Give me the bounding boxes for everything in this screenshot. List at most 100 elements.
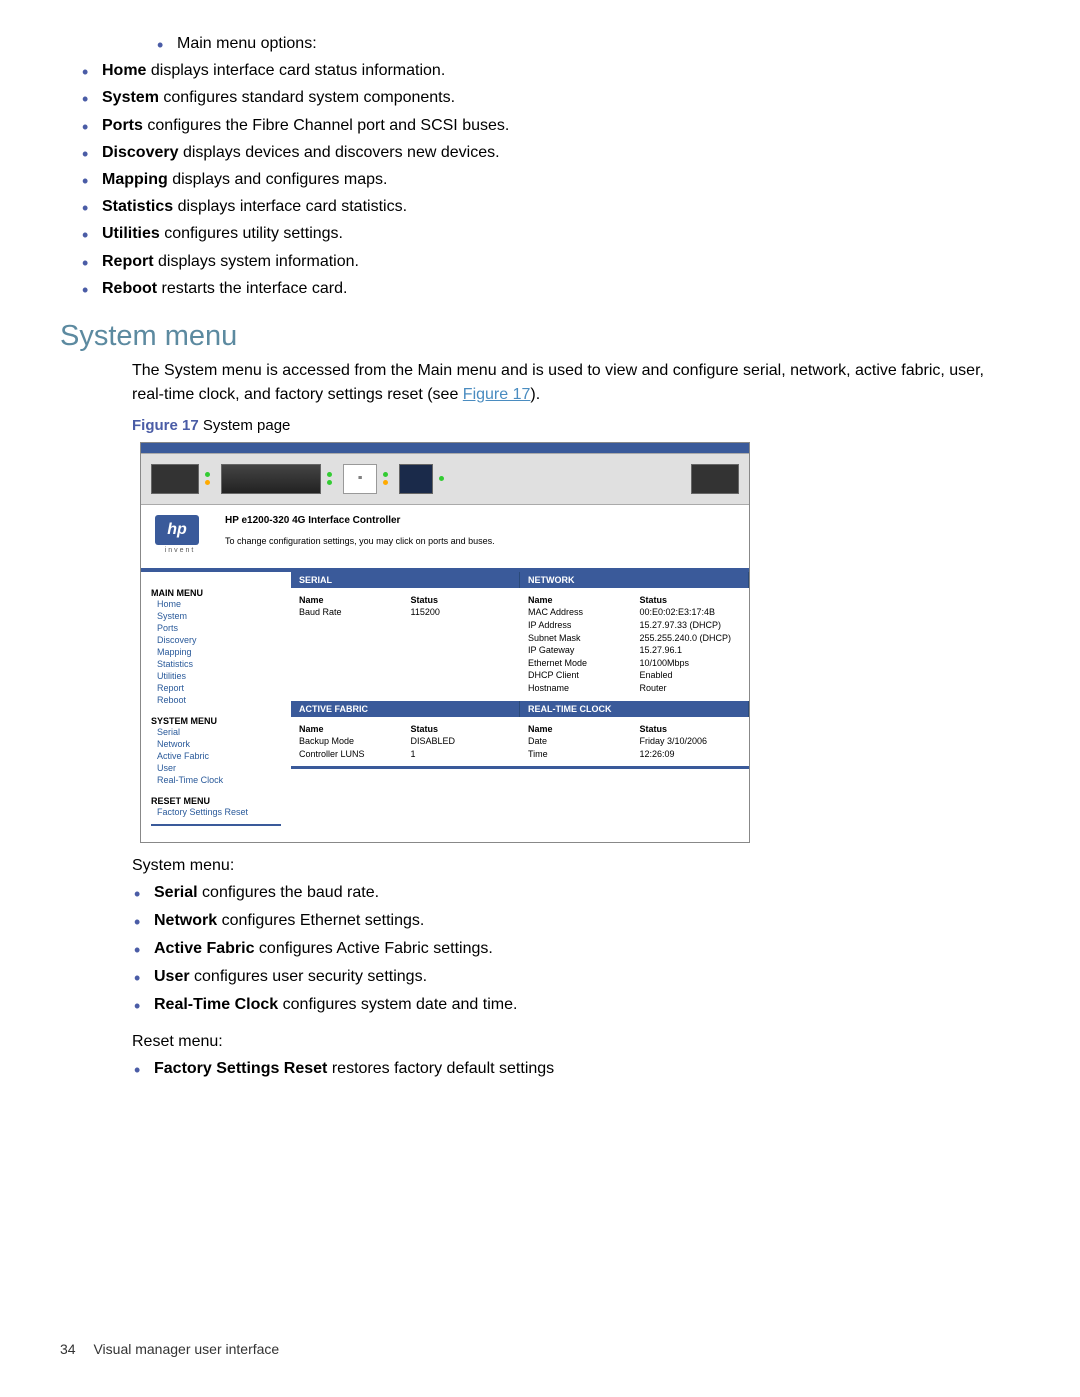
desc: configures the baud rate. bbox=[198, 884, 379, 901]
row-label: Baud Rate bbox=[299, 606, 401, 619]
row-value: 00:E0:02:E3:17:4B bbox=[640, 606, 742, 619]
main-menu-item: Ports configures the Fibre Channel port … bbox=[80, 112, 1020, 139]
sidebar-item-mapping[interactable]: Mapping bbox=[151, 646, 281, 658]
sidebar-item-ports[interactable]: Ports bbox=[151, 622, 281, 634]
row-value: Router bbox=[640, 682, 742, 695]
term-network: Network bbox=[154, 912, 217, 929]
row-value: Enabled bbox=[640, 669, 742, 682]
panel-header-network: NETWORK bbox=[520, 572, 749, 588]
fig-label: Figure 17 bbox=[132, 417, 199, 434]
row-value: DISABLED bbox=[411, 735, 513, 748]
row-label: Controller LUNS bbox=[299, 748, 401, 761]
desc: configures the Fibre Channel port and SC… bbox=[143, 117, 509, 134]
row-label: Ethernet Mode bbox=[528, 657, 630, 670]
list-item: User configures user security settings. bbox=[132, 963, 1020, 991]
row-value: 15.27.97.33 (DHCP) bbox=[640, 619, 742, 632]
device-module bbox=[691, 464, 739, 494]
device-port-group[interactable] bbox=[221, 464, 321, 494]
term-reboot: Reboot bbox=[102, 280, 157, 297]
col-header-status: Status bbox=[411, 594, 513, 607]
fig-caption-text: System page bbox=[199, 417, 291, 434]
term-ports: Ports bbox=[102, 117, 143, 134]
hp-logo-icon: hp bbox=[155, 515, 199, 545]
sidebar-item-report[interactable]: Report bbox=[151, 682, 281, 694]
sidebar-item-home[interactable]: Home bbox=[151, 598, 281, 610]
row-value: Friday 3/10/2006 bbox=[640, 735, 742, 748]
term-home: Home bbox=[102, 62, 146, 79]
main-menu-item: System configures standard system compon… bbox=[80, 84, 1020, 111]
main-menu-item: Discovery displays devices and discovers… bbox=[80, 139, 1020, 166]
list-item: Factory Settings Reset restores factory … bbox=[132, 1055, 1020, 1083]
device-display bbox=[399, 464, 433, 494]
row-label: Date bbox=[528, 735, 630, 748]
figure-caption: Figure 17 System page bbox=[132, 417, 1020, 434]
row-label: MAC Address bbox=[528, 606, 630, 619]
desc: configures standard system components. bbox=[159, 89, 455, 106]
hp-logo-sub: invent bbox=[155, 547, 205, 554]
col-header-name: Name bbox=[299, 723, 401, 736]
main-menu-item: Report displays system information. bbox=[80, 248, 1020, 275]
col-header-status: Status bbox=[640, 594, 742, 607]
term-rtc: Real-Time Clock bbox=[154, 996, 278, 1013]
list-item: Active Fabric configures Active Fabric s… bbox=[132, 935, 1020, 963]
section-intro: The System menu is accessed from the Mai… bbox=[132, 359, 1020, 407]
system-menu-title: SYSTEM MENU bbox=[151, 716, 281, 726]
desc: configures user security settings. bbox=[190, 968, 427, 985]
desc: displays and configures maps. bbox=[168, 171, 388, 188]
sidebar-item-utilities[interactable]: Utilities bbox=[151, 670, 281, 682]
main-menu-item: Reboot restarts the interface card. bbox=[80, 275, 1020, 302]
sidebar-item-rtc[interactable]: Real-Time Clock bbox=[151, 774, 281, 786]
col-header-name: Name bbox=[299, 594, 401, 607]
row-label: DHCP Client bbox=[528, 669, 630, 682]
device-image: ≡ bbox=[141, 453, 749, 505]
desc: displays interface card status informati… bbox=[146, 62, 445, 79]
figure-sidebar: MAIN MENU Home System Ports Discovery Ma… bbox=[141, 572, 291, 842]
sidebar-item-statistics[interactable]: Statistics bbox=[151, 658, 281, 670]
row-label: IP Address bbox=[528, 619, 630, 632]
row-label: Time bbox=[528, 748, 630, 761]
desc: configures Ethernet settings. bbox=[217, 912, 424, 929]
device-leds bbox=[439, 476, 449, 481]
main-menu-item: Utilities configures utility settings. bbox=[80, 220, 1020, 247]
device-leds bbox=[383, 472, 393, 485]
product-title: HP e1200-320 4G Interface Controller bbox=[225, 515, 495, 526]
col-header-status: Status bbox=[411, 723, 513, 736]
term-discovery: Discovery bbox=[102, 144, 179, 161]
row-label: Backup Mode bbox=[299, 735, 401, 748]
list-item: Real-Time Clock configures system date a… bbox=[132, 991, 1020, 1019]
row-label: Subnet Mask bbox=[528, 632, 630, 645]
row-value: 10/100Mbps bbox=[640, 657, 742, 670]
main-menu-title: MAIN MENU bbox=[151, 588, 281, 598]
list-item: Network configures Ethernet settings. bbox=[132, 907, 1020, 935]
sidebar-item-active-fabric[interactable]: Active Fabric bbox=[151, 750, 281, 762]
sidebar-item-serial[interactable]: Serial bbox=[151, 726, 281, 738]
term-mapping: Mapping bbox=[102, 171, 168, 188]
term-statistics: Statistics bbox=[102, 198, 173, 215]
sidebar-item-user[interactable]: User bbox=[151, 762, 281, 774]
term-system: System bbox=[102, 89, 159, 106]
desc: restores factory default settings bbox=[327, 1060, 554, 1077]
panel-header-serial: SERIAL bbox=[291, 572, 520, 588]
product-subtitle: To change configuration settings, you ma… bbox=[225, 536, 495, 546]
intro-text-2: ). bbox=[530, 386, 540, 403]
sidebar-item-reboot[interactable]: Reboot bbox=[151, 694, 281, 706]
sidebar-item-factory-reset[interactable]: Factory Settings Reset bbox=[151, 806, 281, 818]
list-item: Serial configures the baud rate. bbox=[132, 879, 1020, 907]
reset-menu-title: RESET MENU bbox=[151, 796, 281, 806]
sidebar-item-discovery[interactable]: Discovery bbox=[151, 634, 281, 646]
term-report: Report bbox=[102, 253, 154, 270]
device-leds bbox=[327, 472, 337, 485]
row-value: 1 bbox=[411, 748, 513, 761]
sidebar-item-system[interactable]: System bbox=[151, 610, 281, 622]
figure-system-page: ≡ hp invent HP e1200-320 4G Interface Co… bbox=[140, 442, 750, 843]
term-active-fabric: Active Fabric bbox=[154, 940, 254, 957]
device-fc-port[interactable]: ≡ bbox=[343, 464, 377, 494]
figure-link[interactable]: Figure 17 bbox=[463, 386, 531, 403]
term-utilities: Utilities bbox=[102, 225, 160, 242]
row-value: 255.255.240.0 (DHCP) bbox=[640, 632, 742, 645]
panel-header-rtc: REAL-TIME CLOCK bbox=[520, 701, 749, 717]
row-label: IP Gateway bbox=[528, 644, 630, 657]
col-header-name: Name bbox=[528, 594, 630, 607]
sidebar-item-network[interactable]: Network bbox=[151, 738, 281, 750]
term-user: User bbox=[154, 968, 190, 985]
